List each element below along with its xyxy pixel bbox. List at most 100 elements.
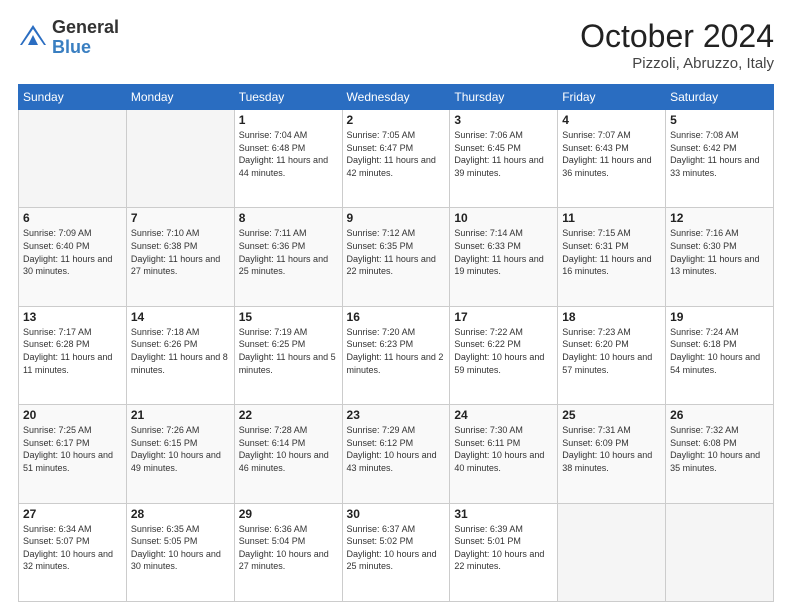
day-info: Sunrise: 7:14 AM Sunset: 6:33 PM Dayligh… xyxy=(454,227,553,277)
day-number: 8 xyxy=(239,211,338,225)
table-row: 1 Sunrise: 7:04 AM Sunset: 6:48 PM Daylig… xyxy=(234,110,342,208)
day-number: 1 xyxy=(239,113,338,127)
col-wednesday: Wednesday xyxy=(342,85,450,110)
table-row xyxy=(19,110,127,208)
day-info: Sunrise: 7:22 AM Sunset: 6:22 PM Dayligh… xyxy=(454,326,553,376)
table-row: 3Sunrise: 7:06 AM Sunset: 6:45 PM Daylig… xyxy=(450,110,558,208)
col-monday: Monday xyxy=(126,85,234,110)
logo-blue: Blue xyxy=(52,38,119,58)
table-row: 8 Sunrise: 7:11 AM Sunset: 6:36 PM Daylig… xyxy=(234,208,342,306)
table-row: 2 Sunrise: 7:05 AM Sunset: 6:47 PM Daylig… xyxy=(342,110,450,208)
day-info: Sunrise: 7:07 AM Sunset: 6:43 PM Dayligh… xyxy=(562,129,661,179)
calendar-header-row: Sunday Monday Tuesday Wednesday Thursday… xyxy=(19,85,774,110)
table-row: 31 Sunrise: 6:39 AM Sunset: 5:01 PM Dayli… xyxy=(450,503,558,601)
table-row: 15 Sunrise: 7:19 AM Sunset: 6:25 PM Dayli… xyxy=(234,306,342,404)
day-number: 12 xyxy=(670,211,769,225)
day-info: Sunrise: 7:25 AM Sunset: 6:17 PM Dayligh… xyxy=(23,424,122,474)
day-info: Sunrise: 7:15 AM Sunset: 6:31 PM Dayligh… xyxy=(562,227,661,277)
day-number: 18 xyxy=(562,310,661,324)
day-info: Sunrise: 6:36 AM Sunset: 5:04 PM Dayligh… xyxy=(239,523,338,573)
day-info: Sunrise: 7:12 AM Sunset: 6:35 PM Dayligh… xyxy=(347,227,446,277)
day-info: Sunrise: 7:04 AM Sunset: 6:48 PM Dayligh… xyxy=(239,129,338,179)
calendar-title: October 2024 xyxy=(580,18,774,55)
table-row: 7Sunrise: 7:10 AM Sunset: 6:38 PM Daylig… xyxy=(126,208,234,306)
day-info: Sunrise: 7:06 AM Sunset: 6:45 PM Dayligh… xyxy=(454,129,553,179)
calendar-table: Sunday Monday Tuesday Wednesday Thursday… xyxy=(18,84,774,602)
day-info: Sunrise: 7:28 AM Sunset: 6:14 PM Dayligh… xyxy=(239,424,338,474)
table-row: 14Sunrise: 7:18 AM Sunset: 6:26 PM Dayli… xyxy=(126,306,234,404)
day-number: 31 xyxy=(454,507,553,521)
table-row: 4Sunrise: 7:07 AM Sunset: 6:43 PM Daylig… xyxy=(558,110,666,208)
day-number: 25 xyxy=(562,408,661,422)
day-info: Sunrise: 7:16 AM Sunset: 6:30 PM Dayligh… xyxy=(670,227,769,277)
table-row: 5Sunrise: 7:08 AM Sunset: 6:42 PM Daylig… xyxy=(666,110,774,208)
day-info: Sunrise: 7:11 AM Sunset: 6:36 PM Dayligh… xyxy=(239,227,338,277)
day-info: Sunrise: 7:19 AM Sunset: 6:25 PM Dayligh… xyxy=(239,326,338,376)
table-row: 28 Sunrise: 6:35 AM Sunset: 5:05 PM Dayli… xyxy=(126,503,234,601)
calendar-week-row: 1 Sunrise: 7:04 AM Sunset: 6:48 PM Daylig… xyxy=(19,110,774,208)
table-row: 11 Sunrise: 7:15 AM Sunset: 6:31 PM Dayli… xyxy=(558,208,666,306)
col-sunday: Sunday xyxy=(19,85,127,110)
table-row xyxy=(558,503,666,601)
table-row xyxy=(666,503,774,601)
day-info: Sunrise: 6:37 AM Sunset: 5:02 PM Dayligh… xyxy=(347,523,446,573)
table-row: 27 Sunrise: 6:34 AM Sunset: 5:07 PM Dayli… xyxy=(19,503,127,601)
calendar-week-row: 6Sunrise: 7:09 AM Sunset: 6:40 PM Daylig… xyxy=(19,208,774,306)
col-thursday: Thursday xyxy=(450,85,558,110)
day-number: 5 xyxy=(670,113,769,127)
day-number: 24 xyxy=(454,408,553,422)
day-number: 16 xyxy=(347,310,446,324)
calendar-week-row: 13 Sunrise: 7:17 AM Sunset: 6:28 PM Dayli… xyxy=(19,306,774,404)
table-row: 10 Sunrise: 7:14 AM Sunset: 6:33 PM Dayli… xyxy=(450,208,558,306)
day-info: Sunrise: 6:39 AM Sunset: 5:01 PM Dayligh… xyxy=(454,523,553,573)
day-info: Sunrise: 7:23 AM Sunset: 6:20 PM Dayligh… xyxy=(562,326,661,376)
table-row: 9 Sunrise: 7:12 AM Sunset: 6:35 PM Daylig… xyxy=(342,208,450,306)
calendar-week-row: 20 Sunrise: 7:25 AM Sunset: 6:17 PM Dayli… xyxy=(19,405,774,503)
table-row: 17 Sunrise: 7:22 AM Sunset: 6:22 PM Dayli… xyxy=(450,306,558,404)
day-info: Sunrise: 7:09 AM Sunset: 6:40 PM Dayligh… xyxy=(23,227,122,277)
col-friday: Friday xyxy=(558,85,666,110)
day-number: 29 xyxy=(239,507,338,521)
day-info: Sunrise: 7:18 AM Sunset: 6:26 PM Dayligh… xyxy=(131,326,230,376)
day-info: Sunrise: 7:05 AM Sunset: 6:47 PM Dayligh… xyxy=(347,129,446,179)
day-number: 9 xyxy=(347,211,446,225)
day-info: Sunrise: 7:26 AM Sunset: 6:15 PM Dayligh… xyxy=(131,424,230,474)
day-info: Sunrise: 7:20 AM Sunset: 6:23 PM Dayligh… xyxy=(347,326,446,376)
day-number: 11 xyxy=(562,211,661,225)
day-number: 15 xyxy=(239,310,338,324)
table-row: 19Sunrise: 7:24 AM Sunset: 6:18 PM Dayli… xyxy=(666,306,774,404)
day-number: 10 xyxy=(454,211,553,225)
table-row: 22Sunrise: 7:28 AM Sunset: 6:14 PM Dayli… xyxy=(234,405,342,503)
table-row: 24Sunrise: 7:30 AM Sunset: 6:11 PM Dayli… xyxy=(450,405,558,503)
table-row xyxy=(126,110,234,208)
day-number: 21 xyxy=(131,408,230,422)
day-number: 17 xyxy=(454,310,553,324)
table-row: 20 Sunrise: 7:25 AM Sunset: 6:17 PM Dayli… xyxy=(19,405,127,503)
day-info: Sunrise: 6:34 AM Sunset: 5:07 PM Dayligh… xyxy=(23,523,122,573)
table-row: 21 Sunrise: 7:26 AM Sunset: 6:15 PM Dayli… xyxy=(126,405,234,503)
col-tuesday: Tuesday xyxy=(234,85,342,110)
day-number: 26 xyxy=(670,408,769,422)
day-info: Sunrise: 7:17 AM Sunset: 6:28 PM Dayligh… xyxy=(23,326,122,376)
day-number: 23 xyxy=(347,408,446,422)
table-row: 18 Sunrise: 7:23 AM Sunset: 6:20 PM Dayli… xyxy=(558,306,666,404)
header: General Blue October 2024 Pizzoli, Abruz… xyxy=(18,18,774,72)
day-info: Sunrise: 7:32 AM Sunset: 6:08 PM Dayligh… xyxy=(670,424,769,474)
day-info: Sunrise: 6:35 AM Sunset: 5:05 PM Dayligh… xyxy=(131,523,230,573)
table-row: 6Sunrise: 7:09 AM Sunset: 6:40 PM Daylig… xyxy=(19,208,127,306)
day-number: 13 xyxy=(23,310,122,324)
calendar-week-row: 27 Sunrise: 6:34 AM Sunset: 5:07 PM Dayli… xyxy=(19,503,774,601)
day-info: Sunrise: 7:10 AM Sunset: 6:38 PM Dayligh… xyxy=(131,227,230,277)
table-row: 30Sunrise: 6:37 AM Sunset: 5:02 PM Dayli… xyxy=(342,503,450,601)
day-number: 28 xyxy=(131,507,230,521)
day-number: 27 xyxy=(23,507,122,521)
logo-text: General Blue xyxy=(52,18,119,58)
day-info: Sunrise: 7:29 AM Sunset: 6:12 PM Dayligh… xyxy=(347,424,446,474)
table-row: 26 Sunrise: 7:32 AM Sunset: 6:08 PM Dayli… xyxy=(666,405,774,503)
title-block: October 2024 Pizzoli, Abruzzo, Italy xyxy=(580,18,774,72)
day-number: 2 xyxy=(347,113,446,127)
table-row: 13 Sunrise: 7:17 AM Sunset: 6:28 PM Dayli… xyxy=(19,306,127,404)
day-info: Sunrise: 7:31 AM Sunset: 6:09 PM Dayligh… xyxy=(562,424,661,474)
day-number: 20 xyxy=(23,408,122,422)
table-row: 23 Sunrise: 7:29 AM Sunset: 6:12 PM Dayli… xyxy=(342,405,450,503)
